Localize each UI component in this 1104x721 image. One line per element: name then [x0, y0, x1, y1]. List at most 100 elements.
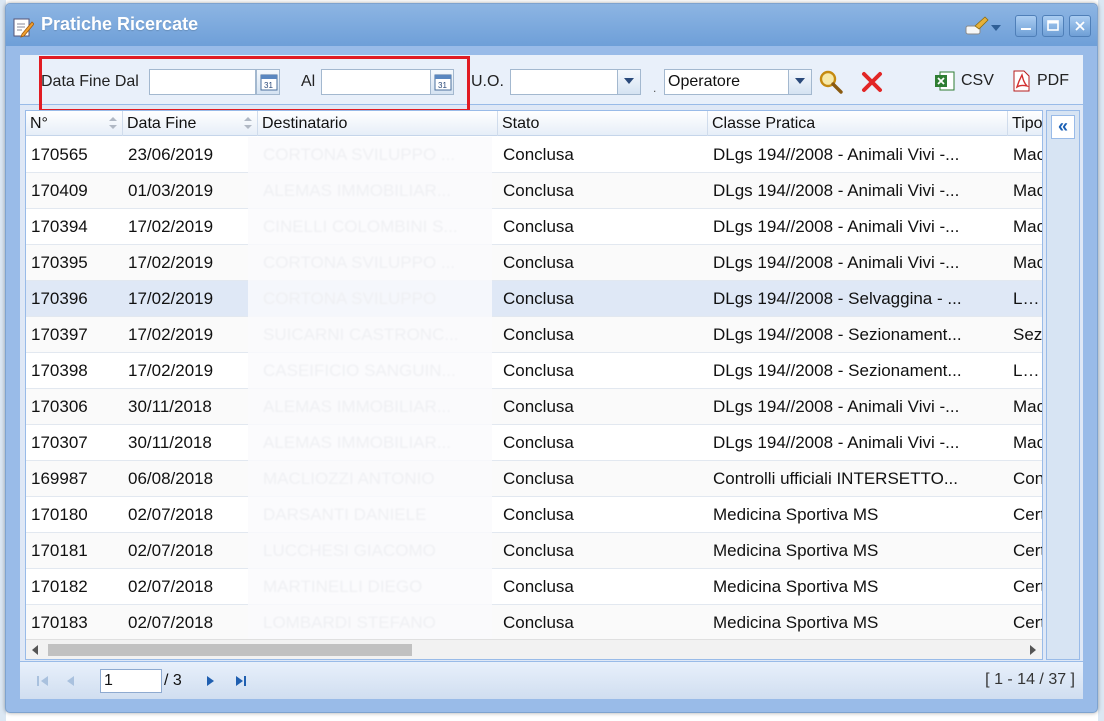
table-row[interactable]: 170397 17/02/2019 SUICARNI CASTRONC... Conc…	[26, 317, 1042, 353]
cell-class: DLgs 194//2008 - Selvaggina - ...	[713, 289, 962, 308]
window-title: Pratiche Ricercate	[41, 14, 199, 34]
column-header-recipient[interactable]: Destinatario	[258, 111, 498, 136]
cell-number: 170398	[31, 361, 88, 380]
cell-recipient: CINELLI COLOMBINI S...	[263, 217, 458, 236]
scroll-right-arrow-icon[interactable]	[1030, 645, 1036, 655]
table-row[interactable]: 170395 17/02/2019 CORTONA SVILUPPO ... Conc…	[26, 245, 1042, 281]
export-csv-button[interactable]: CSV	[961, 72, 994, 90]
grid-rows: 170565 23/06/2019 CORTONA SVILUPPO ... Conc…	[26, 137, 1042, 641]
table-row[interactable]: 170409 01/03/2019 ALEMAS IMMOBILIAR... Conc…	[26, 173, 1042, 209]
cell-type: Cert	[1013, 613, 1043, 632]
last-page-icon[interactable]	[230, 670, 252, 692]
window-titlebar[interactable]: Pratiche Ricercate	[6, 4, 1097, 46]
first-page-icon[interactable]	[32, 670, 54, 692]
tools-brush-icon[interactable]	[963, 16, 989, 38]
table-row[interactable]: 170180 02/07/2018 DARSANTI DANIELE Conclusa…	[26, 497, 1042, 533]
table-row[interactable]: 170183 02/07/2018 LOMBARDI STEFANO Conclusa…	[26, 605, 1042, 641]
cell-class: DLgs 194//2008 - Sezionament...	[713, 361, 962, 380]
cell-class: Medicina Sportiva MS	[713, 577, 879, 596]
expand-panel-button[interactable]: «	[1051, 115, 1075, 139]
edit-document-icon	[13, 18, 34, 38]
cell-type: Sezi	[1013, 325, 1043, 344]
cell-class: DLgs 194//2008 - Animali Vivi -...	[713, 181, 960, 200]
tools-dropdown-arrow-icon[interactable]	[991, 25, 1001, 31]
page-number-input[interactable]: 1	[100, 669, 162, 693]
table-row[interactable]: 170306 30/11/2018 ALEMAS IMMOBILIAR... Conc…	[26, 389, 1042, 425]
table-row[interactable]: 170565 23/06/2019 CORTONA SVILUPPO ... Conc…	[26, 137, 1042, 173]
cell-recipient: LUCCHESI GIACOMO	[263, 541, 436, 560]
next-page-icon[interactable]	[199, 670, 221, 692]
cell-recipient: DARSANTI DANIELE	[263, 505, 427, 524]
table-row[interactable]: 170396 17/02/2019 CORTONA SVILUPPO Conclusa…	[26, 281, 1042, 317]
operator-combo-value: Operatore	[668, 73, 741, 90]
cell-type: Mac	[1013, 217, 1043, 236]
operator-combo-input[interactable]: Operatore	[664, 69, 789, 95]
cell-status: Conclusa	[503, 325, 574, 344]
cell-status: Conclusa	[503, 289, 574, 308]
cell-recipient: MARTINELLI DIEGO	[263, 577, 423, 596]
cell-recipient: LOMBARDI STEFANO	[263, 613, 436, 632]
column-header-status[interactable]: Stato	[498, 111, 708, 136]
cell-status: Conclusa	[503, 217, 574, 236]
table-row[interactable]: 170394 17/02/2019 CINELLI COLOMBINI S... Co…	[26, 209, 1042, 245]
cell-date: 01/03/2019	[128, 181, 214, 200]
cell-status: Conclusa	[503, 469, 574, 488]
uo-combo-input[interactable]	[510, 69, 618, 95]
cell-class: DLgs 194//2008 - Animali Vivi -...	[713, 433, 960, 452]
column-header-number[interactable]: N°	[26, 111, 123, 136]
column-header-type[interactable]: Tipo	[1008, 111, 1042, 136]
uo-label: U.O.	[471, 73, 504, 90]
column-header-date[interactable]: Data Fine	[123, 111, 258, 136]
scrollbar-thumb[interactable]	[48, 644, 412, 656]
background-strip-right	[1098, 0, 1104, 721]
cell-date: 06/08/2018	[128, 469, 214, 488]
pager-info-text: [ 1 - 14 / 37 ]	[985, 671, 1075, 688]
horizontal-scrollbar[interactable]	[26, 639, 1042, 659]
cell-date: 02/07/2018	[128, 613, 214, 632]
table-row[interactable]: 170181 02/07/2018 LUCCHESI GIACOMO Conclusa…	[26, 533, 1042, 569]
cell-status: Conclusa	[503, 397, 574, 416]
cell-number: 170307	[31, 433, 88, 452]
table-row[interactable]: 170182 02/07/2018 MARTINELLI DIEGO Conclusa…	[26, 569, 1042, 605]
cell-class: Medicina Sportiva MS	[713, 505, 879, 524]
pdf-icon[interactable]	[1010, 70, 1032, 92]
table-row[interactable]: 170307 30/11/2018 ALEMAS IMMOBILIAR... Conc…	[26, 425, 1042, 461]
paging-toolbar: 1 / 3 [ 1 - 14 / 37 ]	[20, 661, 1083, 699]
cell-recipient: MACLIOZZI ANTONIO	[263, 469, 435, 488]
cell-number: 170397	[31, 325, 88, 344]
table-row[interactable]: 169987 06/08/2018 MACLIOZZI ANTONIO Conclus…	[26, 461, 1042, 497]
table-row[interactable]: 170398 17/02/2019 CASEIFICIO SANGUIN... Con…	[26, 353, 1042, 389]
cell-type: Mac	[1013, 433, 1043, 452]
cell-type: Mac	[1013, 397, 1043, 416]
search-icon[interactable]	[818, 69, 844, 95]
excel-csv-icon[interactable]	[934, 70, 956, 92]
uo-dropdown-button[interactable]	[617, 69, 641, 95]
cell-recipient: CORTONA SVILUPPO ...	[263, 253, 456, 272]
cell-number: 170181	[31, 541, 88, 560]
clear-filter-icon[interactable]	[861, 71, 883, 93]
side-panel: «	[1046, 110, 1080, 660]
operator-dropdown-button[interactable]	[788, 69, 812, 95]
maximize-button[interactable]	[1042, 15, 1064, 37]
export-pdf-button[interactable]: PDF	[1037, 72, 1069, 90]
cell-class: DLgs 194//2008 - Animali Vivi -...	[713, 397, 960, 416]
minimize-button[interactable]	[1015, 15, 1037, 37]
cell-recipient: CORTONA SVILUPPO ...	[263, 145, 456, 164]
close-button[interactable]	[1069, 15, 1091, 37]
cell-date: 23/06/2019	[128, 145, 214, 164]
chevron-down-icon	[624, 78, 634, 84]
previous-page-icon[interactable]	[60, 670, 82, 692]
column-header-class[interactable]: Classe Pratica	[708, 111, 1008, 136]
scroll-left-arrow-icon[interactable]	[32, 645, 38, 655]
cell-recipient: CASEIFICIO SANGUIN...	[263, 361, 456, 380]
cell-type: Mac	[1013, 145, 1043, 164]
cell-status: Conclusa	[503, 541, 574, 560]
cell-recipient: SUICARNI CASTRONC...	[263, 325, 459, 344]
cell-recipient: ALEMAS IMMOBILIAR...	[263, 181, 451, 200]
separator-dot: .	[653, 81, 657, 95]
cell-number: 169987	[31, 469, 88, 488]
cell-date: 30/11/2018	[128, 397, 212, 416]
search-results-window: Pratiche Ricercate Data Fine Dal 31 Al 3…	[5, 3, 1098, 713]
cell-status: Conclusa	[503, 181, 574, 200]
cell-number: 170180	[31, 505, 88, 524]
